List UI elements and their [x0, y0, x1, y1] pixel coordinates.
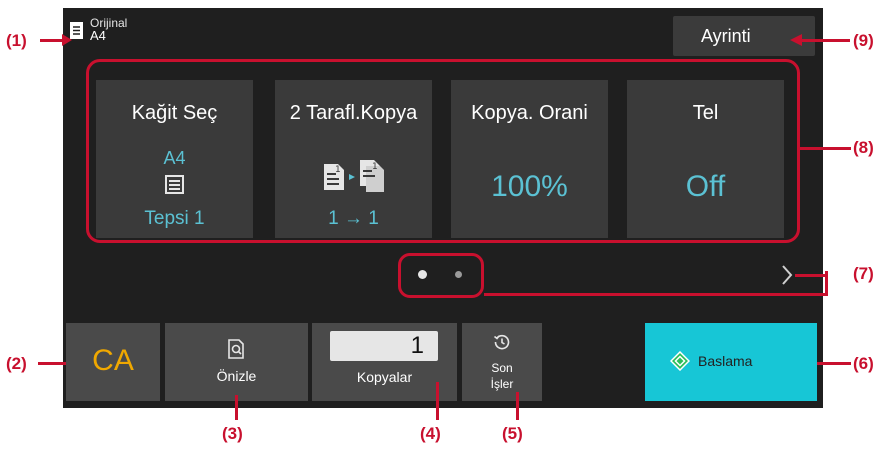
- callout-label-9: (9): [853, 31, 874, 50]
- preview-button[interactable]: Önizle: [165, 323, 308, 401]
- callout-label-2: (2): [6, 354, 27, 373]
- callout-line-6: [817, 362, 851, 365]
- detail-button-label: Ayrinti: [701, 26, 751, 46]
- copy-ratio-key[interactable]: Kopya. Orani 100%: [451, 80, 608, 238]
- callout-line-5: [516, 392, 519, 420]
- callout-line-2: [38, 362, 66, 365]
- clear-all-button[interactable]: CA: [66, 323, 160, 401]
- duplex-copy-key[interactable]: 2 Tarafl.Kopya 1 1 1 → 1: [275, 80, 432, 238]
- paper-select-title: Kağit Seç: [131, 102, 218, 124]
- callout-line-3: [235, 395, 238, 420]
- duplex-mode-value: 1 → 1: [328, 208, 379, 229]
- chevron-right-icon[interactable]: [780, 263, 794, 287]
- staple-title: Tel: [692, 102, 719, 124]
- preview-label: Önizle: [216, 368, 257, 384]
- callout-line-7c: [795, 274, 828, 277]
- paper-tray-icon: [165, 175, 184, 194]
- callout-line-8: [800, 147, 851, 150]
- svg-text:1: 1: [335, 165, 341, 175]
- copy-ratio-value: 100%: [491, 170, 568, 203]
- preview-icon: [228, 339, 244, 359]
- recent-jobs-label-line1: Son: [491, 361, 513, 375]
- callout-line-4: [436, 382, 439, 420]
- recent-jobs-label-line2: İşler: [490, 377, 514, 391]
- paper-size-value: A4: [163, 148, 186, 168]
- callout-line-9: [800, 39, 850, 42]
- callout-label-3: (3): [222, 424, 243, 443]
- callout-arrow-9: [790, 34, 802, 46]
- callout-label-5: (5): [502, 424, 523, 443]
- callout-label-1: (1): [6, 31, 27, 50]
- duplex-copy-title: 2 Tarafl.Kopya: [289, 102, 418, 124]
- duplex-copy-icon: 1 1: [324, 160, 384, 192]
- page-dot-active[interactable]: [418, 270, 427, 279]
- history-icon: [494, 334, 510, 350]
- recent-jobs-button[interactable]: Son İşler: [462, 323, 542, 401]
- callout-label-6: (6): [853, 354, 874, 373]
- copies-count-display[interactable]: 1: [330, 331, 438, 361]
- clear-all-label: CA: [92, 344, 134, 377]
- callout-label-7: (7): [853, 264, 874, 283]
- callout-line-7a: [484, 293, 826, 296]
- callout-label-4: (4): [420, 424, 441, 443]
- staple-value: Off: [685, 170, 726, 203]
- page-dot[interactable]: [455, 271, 462, 278]
- original-size: A4: [90, 28, 106, 43]
- start-diamond-icon: [670, 351, 690, 371]
- paper-tray-value: Tepsi 1: [144, 208, 205, 229]
- copy-ratio-title: Kopya. Orani: [471, 102, 588, 124]
- start-label: Baslama: [698, 353, 753, 369]
- paper-select-key[interactable]: Kağit Seç A4 Tepsi 1: [96, 80, 253, 238]
- staple-key[interactable]: Tel Off: [627, 80, 784, 238]
- page-indicator-frame: [398, 253, 484, 298]
- callout-label-8: (8): [853, 138, 874, 157]
- callout-arrow-1: [62, 34, 72, 46]
- svg-text:1: 1: [372, 162, 378, 172]
